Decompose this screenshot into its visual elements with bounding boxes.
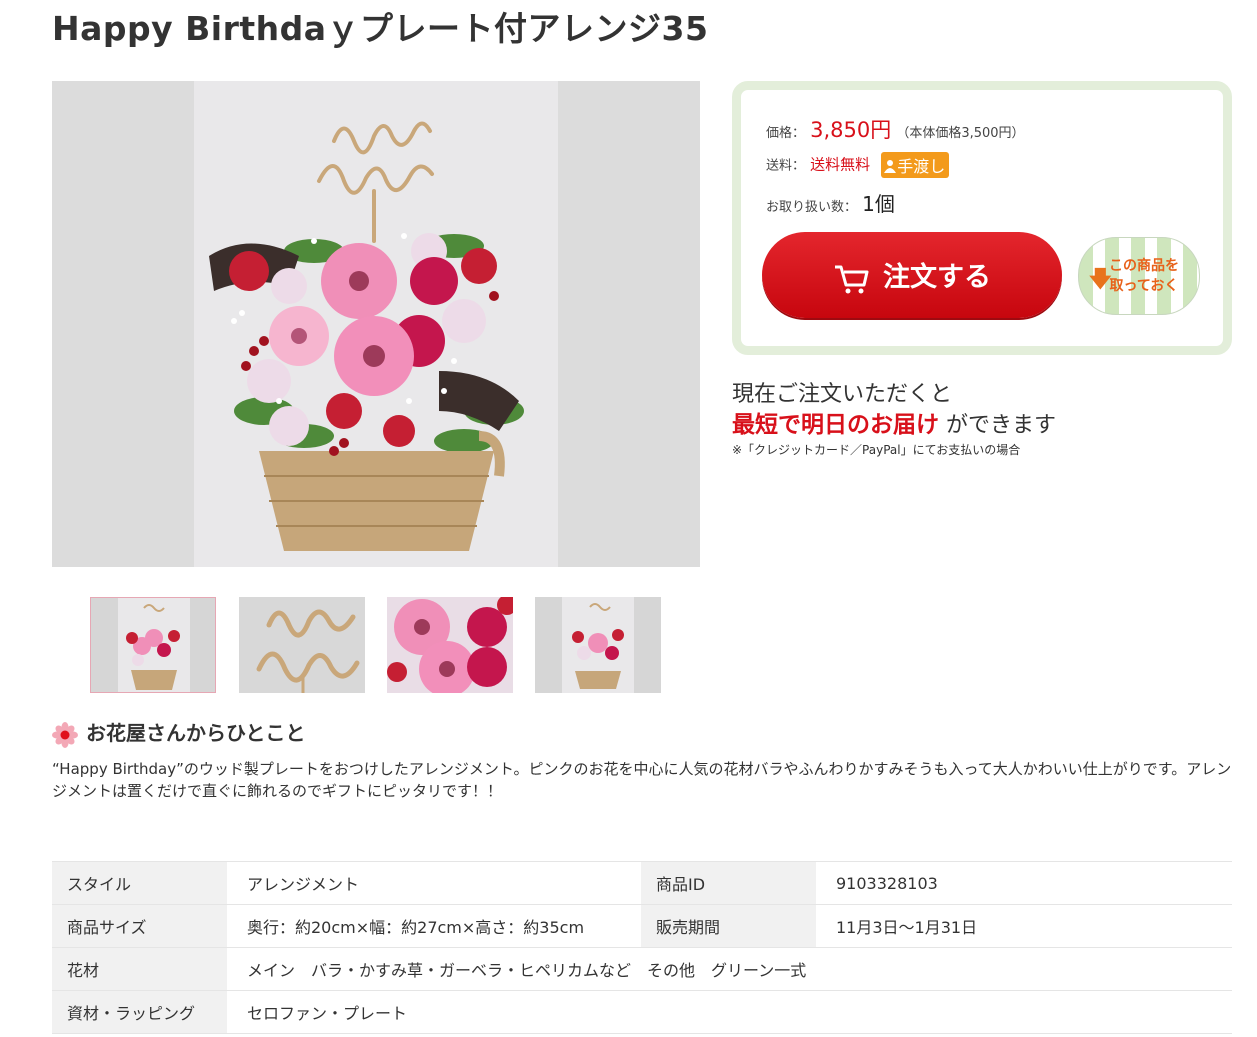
table-row: 商品サイズ 奥行：約20cm×幅：約27cm×高さ：約35cm 販売期間 11月… [52,904,1232,948]
florist-comment-body: “Happy Birthday”のウッド製プレートをおつけしたアレンジメント。ピ… [52,760,1232,800]
keep-item-button[interactable]: 🡇 この商品を 取っておく [1078,237,1200,315]
keep-item-label: この商品を 取っておく [1109,256,1179,296]
thumbnail-4[interactable] [535,597,661,693]
thumbnail-4-photo [562,597,634,693]
shipping-value: 送料無料 [810,155,871,174]
spec-period-value: 11月3日〜1月31日 [816,904,1232,948]
quantity-row: お取り扱い数： 1個 [766,188,895,217]
delivery-message-rest: ができます [939,413,1056,438]
order-button[interactable]: 注文する [762,232,1062,318]
person-icon [884,160,897,173]
product-title: Happy Birthdaｙプレート付アレンジ35 [52,9,709,48]
handover-badge: 手渡し [881,152,950,178]
price-value: 3,850円 [810,118,892,142]
spec-flowers-value: メイン バラ・かすみ草・ガーベラ・ヒペリカムなど その他 グリーン一式 [227,947,1232,991]
shipping-label: 送料： [766,158,806,174]
delivery-message-line2: 最短で明日のお届け ができます [732,405,1056,439]
thumbnail-2-photo [239,597,365,693]
spec-style-value: アレンジメント [227,861,641,905]
quantity-label: お取り扱い数： [766,200,858,215]
keep-item-label-line1: この商品を [1109,258,1179,274]
spec-id-value: 9103328103 [816,861,1232,905]
spec-flowers-label: 花材 [52,947,227,991]
price-label: 価格： [766,126,806,141]
florist-comment-title: お花屋さんからひとこと [86,721,306,745]
cart-icon [835,265,869,294]
delivery-note: ※「クレジットカード／PayPal」にてお支払いの場合 [732,443,1021,457]
delivery-highlight: 最短で明日のお届け [732,412,939,438]
spec-period-label: 販売期間 [641,904,816,948]
table-row: 花材 メイン バラ・かすみ草・ガーベラ・ヒペリカムなど その他 グリーン一式 [52,947,1232,991]
quantity-value: 1個 [862,192,895,216]
shipping-row: 送料： 送料無料 手渡し [766,152,950,178]
purchase-panel: 価格： 3,850円 （本体価格3,500円） 送料： 送料無料 手渡し お取り… [732,81,1232,355]
thumbnail-3-photo [387,597,513,693]
thumbnail-1[interactable] [90,597,216,693]
flower-icon [52,721,78,748]
spec-wrapping-label: 資材・ラッピング [52,990,227,1034]
keep-item-label-line2: 取っておく [1109,278,1179,294]
spec-size-label: 商品サイズ [52,904,227,948]
spec-wrapping-value: セロファン・プレート [227,990,1232,1034]
spec-table: スタイル アレンジメント 商品ID 9103328103 商品サイズ 奥行：約2… [52,861,1232,1034]
spec-id-label: 商品ID [641,861,816,905]
arrangement-photo [194,81,558,567]
spec-style-label: スタイル [52,861,227,905]
table-row: 資材・ラッピング セロファン・プレート [52,990,1232,1034]
spec-size-value: 奥行：約20cm×幅：約27cm×高さ：約35cm [227,904,641,948]
delivery-message-line1: 現在ご注文いただくと [732,382,953,407]
thumbnail-1-photo [118,598,190,692]
table-row: スタイル アレンジメント 商品ID 9103328103 [52,861,1232,905]
order-button-label: 注文する [883,262,991,294]
price-row: 価格： 3,850円 （本体価格3,500円） [766,114,1025,144]
thumbnail-2[interactable] [239,597,365,693]
main-product-image[interactable] [52,81,700,567]
florist-comment-heading: お花屋さんからひとこと [52,717,305,748]
handover-badge-label: 手渡し [897,157,946,176]
price-note: （本体価格3,500円） [896,126,1025,141]
thumbnail-3[interactable] [387,597,513,693]
